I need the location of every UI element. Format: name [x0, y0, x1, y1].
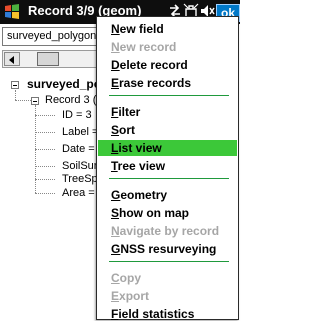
menu-item-delete-record[interactable]: Delete record: [111, 58, 188, 72]
menu-separator: [109, 261, 229, 262]
menu-item-label: xport: [119, 289, 150, 303]
menu-item-label: elete record: [119, 58, 188, 72]
menu-item-label: NSS resurveying: [120, 242, 217, 256]
menu-item-gnss-resurveying[interactable]: GNSS resurveying: [111, 242, 216, 256]
tree-field[interactable]: SoilSur: [62, 160, 97, 172]
menu-item-accelerator: C: [111, 271, 120, 285]
menu-item-accelerator: S: [111, 123, 120, 137]
menu-item-label: ield statistics: [118, 307, 195, 321]
context-menu: New field New record Delete record Erase re…: [96, 16, 239, 321]
menu-item-label: ort: [119, 123, 136, 137]
menu-item-sort[interactable]: Sort: [111, 123, 135, 137]
menu-item-new-record[interactable]: New record: [111, 40, 176, 54]
menu-item-copy[interactable]: Copy: [111, 271, 141, 285]
menu-item-label: ilter: [118, 105, 141, 119]
menu-separator: [109, 178, 229, 179]
windows-logo-icon[interactable]: [3, 3, 21, 21]
menu-item-field-statistics[interactable]: Field statistics: [111, 307, 194, 321]
menu-item-accelerator: N: [111, 40, 120, 54]
menu-separator: [109, 95, 229, 96]
slider-left-button[interactable]: [4, 52, 20, 66]
menu-item-accelerator: G: [111, 242, 121, 256]
slider-thumb[interactable]: [37, 52, 59, 66]
tree-field[interactable]: Date =: [62, 143, 95, 155]
arrow-left-icon: [9, 56, 14, 64]
root-collapse-toggle[interactable]: [11, 81, 19, 89]
menu-item-tree-view[interactable]: Tree view: [111, 159, 165, 173]
tree-field[interactable]: TreeSp: [62, 173, 98, 185]
menu-item-label: avigate by record: [119, 224, 220, 238]
record-collapse-toggle[interactable]: [31, 97, 39, 105]
menu-item-label: eometry: [120, 188, 168, 202]
menu-item-list-view[interactable]: List view: [111, 141, 162, 155]
menu-item-geometry[interactable]: Geometry: [111, 188, 167, 202]
menu-item-label: ist view: [118, 141, 162, 155]
tree-field[interactable]: Label =: [62, 126, 98, 138]
tree-field[interactable]: ID = 3: [62, 109, 92, 121]
menu-item-accelerator: D: [111, 58, 120, 72]
menu-item-accelerator: E: [111, 76, 120, 90]
menu-item-accelerator: E: [111, 289, 120, 303]
tree-field[interactable]: Area =: [62, 187, 95, 199]
menu-item-filter[interactable]: Filter: [111, 105, 140, 119]
menu-item-accelerator: S: [111, 206, 120, 220]
tree-record-label[interactable]: Record 3 (: [45, 94, 96, 106]
menu-item-show-on-map[interactable]: Show on map: [111, 206, 189, 220]
layer-select-value: surveyed_polygon: [7, 30, 97, 42]
menu-item-navigate-by-record[interactable]: Navigate by record: [111, 224, 219, 238]
menu-item-accelerator: G: [111, 188, 121, 202]
menu-item-label: ew record: [119, 40, 177, 54]
menu-item-label: opy: [119, 271, 142, 285]
menu-item-accelerator: T: [111, 159, 118, 173]
menu-item-accelerator: N: [111, 22, 120, 36]
menu-item-new-field[interactable]: New field: [111, 22, 164, 36]
menu-item-erase-records[interactable]: Erase records: [111, 76, 191, 90]
menu-item-label: ew field: [119, 22, 164, 36]
tree-root-label[interactable]: surveyed_po: [27, 77, 101, 91]
menu-item-accelerator: N: [111, 224, 120, 238]
menu-item-label: ree view: [117, 159, 166, 173]
menu-item-label: rase records: [119, 76, 192, 90]
menu-item-export[interactable]: Export: [111, 289, 149, 303]
menu-item-label: how on map: [119, 206, 190, 220]
